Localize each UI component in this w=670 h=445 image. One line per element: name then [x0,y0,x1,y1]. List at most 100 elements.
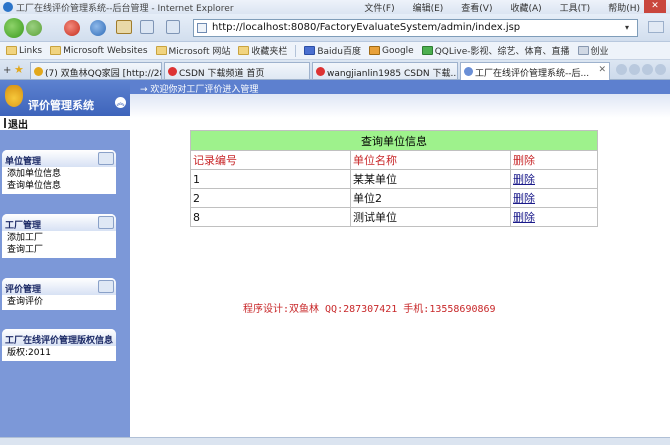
browser-window: 工厂在线评价管理系统--后台管理 - Internet Explorer 文件(… [0,0,670,445]
menu-bar: 文件(F) 编辑(E) 查看(V) 收藏(A) 工具(T) 帮助(H) [364,1,640,14]
copyright-text: 版权:2011 [7,348,51,358]
favorite-microsoft-websites[interactable]: Microsoft Websites [50,46,148,56]
close-window-button[interactable]: ✕ [644,0,666,13]
gear-icon [98,152,114,165]
delete-link[interactable]: 删除 [513,173,535,186]
menu-file[interactable]: 文件(F) [364,1,394,14]
star-icon[interactable]: ★ [14,63,24,76]
tab-csdn-download[interactable]: wangjianlin1985 CSDN 下载... [312,62,458,79]
favorite-baidu[interactable]: Baidu百度 [304,44,361,57]
column-header-id: 记录编号 [190,150,351,170]
panel-unit-management: 单位管理 添加单位信息 查询单位信息 [2,150,116,194]
cell-name: 测试单位 [350,207,511,227]
search-icon[interactable] [648,21,664,33]
refresh-button[interactable] [90,20,106,36]
folder-icon [238,46,250,55]
sidebar: 评价管理系统 ︽ 退出 单位管理 添加单位信息 查询单位信息 工厂管理 添加工厂… [0,80,130,437]
folder-icon [155,46,167,55]
home-button[interactable] [116,20,132,34]
page-icon [577,46,589,55]
forward-button[interactable] [26,20,42,36]
google-icon [368,46,380,55]
cell-id: 1 [190,169,351,189]
favorite-qqlive[interactable]: QQLive-影视、综艺、体育、直播 [421,44,570,57]
tab-tool-icon[interactable] [642,64,653,75]
table-caption: 查询单位信息 [190,130,598,151]
favorite-bar-folder[interactable]: 收藏夹栏 [238,44,287,57]
tab-favicon [464,67,473,76]
tab-favicon [168,67,177,76]
unit-table: 查询单位信息 记录编号 单位名称 删除 1 某某单位 删除 2 单位2 删除 8… [190,130,598,227]
folder-icon [50,46,62,55]
divider [295,44,297,57]
chevron-up-icon[interactable]: ︽ [115,97,126,108]
panel-factory-management: 工厂管理 添加工厂 查询工厂 [2,214,116,258]
panel-title: 单位管理 [2,150,116,167]
favorite-google[interactable]: Google [368,46,414,56]
tab-csdn-home[interactable]: CSDN 下载频道 首页 [164,62,310,79]
page-icon [197,23,207,33]
column-header-delete: 删除 [510,150,598,170]
menu-view[interactable]: 查看(V) [461,1,492,14]
logout-link[interactable]: 退出 [0,116,130,131]
delete-link[interactable]: 删除 [513,211,535,224]
back-button[interactable] [4,18,24,38]
ie-logo-icon [3,2,13,12]
favorite-links[interactable]: Links [6,46,42,56]
menu-favorites[interactable]: 收藏(A) [510,1,541,14]
system-header: 评价管理系统 ︽ [0,80,130,116]
table-row: 8 测试单位 删除 [190,207,598,227]
tab-active[interactable]: 工厂在线评价管理系统--后... ✕ [460,62,610,80]
stop-button[interactable] [64,20,80,36]
title-bar: 工厂在线评价管理系统--后台管理 - Internet Explorer 文件(… [0,0,670,14]
qqlive-icon [421,46,433,55]
menu-help[interactable]: 帮助(H) [608,1,640,14]
address-bar[interactable]: http://localhost:8080/FactoryEvaluateSys… [193,19,638,37]
system-logo-icon [5,85,23,107]
menu-add-factory[interactable]: 添加工厂 [7,232,116,244]
tab-tool-icon[interactable] [629,64,640,75]
cell-name: 某某单位 [350,169,511,189]
reading-icon[interactable] [166,20,180,34]
panel-copyright: 工厂在线评价管理版权信息 版权:2011 [2,329,116,361]
history-icon[interactable] [140,20,154,34]
tab-tools [616,64,666,75]
add-tab-icon[interactable]: + [3,65,11,76]
table-row: 2 单位2 删除 [190,188,598,208]
menu-tools[interactable]: 工具(T) [560,1,591,14]
chevron-down-icon[interactable]: ▾ [625,23,635,33]
tab-bar: + ★ (7) 双鱼林QQ家园 [http://28... CSDN 下载频道 … [0,60,670,80]
navigation-bar: http://localhost:8080/FactoryEvaluateSys… [0,14,670,42]
folder-icon [6,46,17,55]
tab-tool-icon[interactable] [616,64,627,75]
tab-qq[interactable]: (7) 双鱼林QQ家园 [http://28... [30,62,162,79]
delete-link[interactable]: 删除 [513,192,535,205]
favorite-microsoft-cn[interactable]: Microsoft 网站 [155,44,230,57]
panel-title: 工厂在线评价管理版权信息 [2,329,116,346]
table-row: 1 某某单位 删除 [190,169,598,189]
panel-evaluation-management: 评价管理 查询评价 [2,278,116,310]
panel-title: 工厂管理 [2,214,116,231]
menu-query-evaluation[interactable]: 查询评价 [7,296,116,308]
credit-text: 程序设计:双鱼林 QQ:287307421 手机:13558690869 [243,304,496,315]
address-url: http://localhost:8080/FactoryEvaluateSys… [212,22,521,33]
tab-tool-icon[interactable] [655,64,666,75]
paw-icon [304,46,316,55]
window-title: 工厂在线评价管理系统--后台管理 - Internet Explorer [16,4,234,14]
tab-favicon [34,67,43,76]
close-icon[interactable]: ✕ [598,65,606,75]
panel-title: 评价管理 [2,278,116,295]
system-label: 评价管理系统 [28,99,94,112]
welcome-bar: → 欢迎你对工厂评价进入管理 [130,80,670,95]
cell-name: 单位2 [350,188,511,208]
menu-add-unit[interactable]: 添加单位信息 [7,168,116,180]
favorite-chuangye[interactable]: 创业 [577,44,609,57]
menu-query-unit[interactable]: 查询单位信息 [7,180,116,192]
cell-id: 8 [190,207,351,227]
edit-icon [98,280,114,293]
cell-id: 2 [190,188,351,208]
column-header-name: 单位名称 [350,150,511,170]
status-bar [0,437,670,445]
menu-edit[interactable]: 编辑(E) [413,1,444,14]
menu-query-factory[interactable]: 查询工厂 [7,244,116,256]
